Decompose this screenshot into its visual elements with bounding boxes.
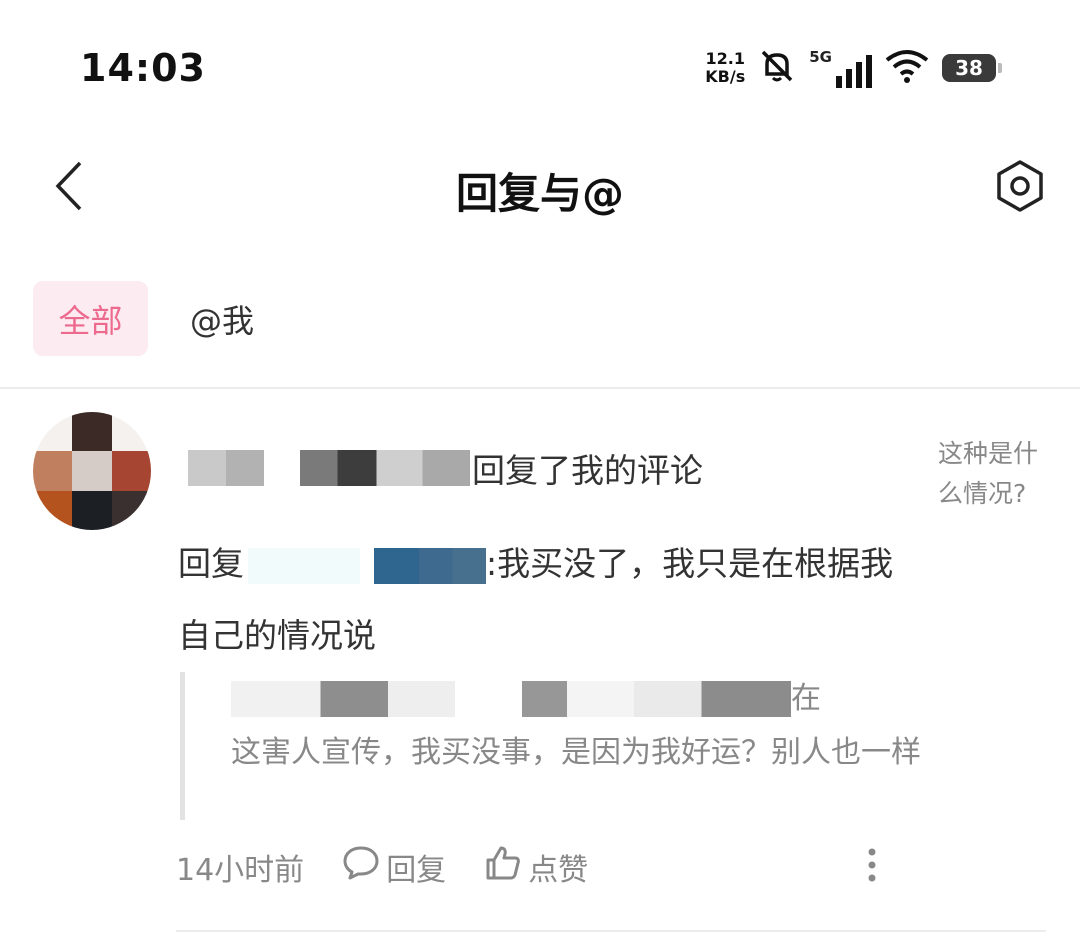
reply-content: 回复:我买没了，我只是在根据我自己的情况说 [178, 528, 898, 672]
status-icons: 12.1 KB/s 5G 38 [705, 44, 1002, 92]
quoted-text: 在 这害人宣传，我买没事，是因为我好运？别人也一样 [231, 672, 921, 780]
battery-level: 38 [955, 56, 983, 80]
status-time: 14:03 [80, 46, 206, 90]
quoted-body: 这害人宣传，我买没事，是因为我好运？别人也一样 [231, 735, 921, 770]
net-speed: 12.1 KB/s [705, 50, 745, 86]
item-divider [176, 930, 1046, 932]
reply-target-redacted[interactable] [248, 547, 360, 584]
quoted-comment[interactable]: 在 这害人宣传，我买没事，是因为我好运？别人也一样 [180, 672, 945, 820]
more-vertical-icon [867, 847, 877, 887]
divider [0, 387, 1080, 389]
settings-button[interactable] [992, 160, 1048, 216]
reply-target-redacted[interactable] [374, 547, 486, 584]
reply-button[interactable]: 回复 [342, 845, 446, 889]
comment-bubble-icon [342, 845, 380, 889]
tab-mentions[interactable]: @我 [190, 296, 254, 342]
wifi-icon [884, 48, 930, 88]
net-speed-value: 12.1 [705, 49, 745, 68]
quoted-first-line: 在 [231, 672, 921, 726]
more-options-button[interactable] [856, 842, 888, 892]
like-button[interactable]: 点赞 [484, 844, 588, 890]
username-redacted[interactable] [300, 450, 470, 486]
page-title: 回复与@ [455, 169, 624, 218]
reply-label: 回复 [386, 853, 447, 888]
notification-header: 回复了我的评论 [188, 444, 703, 492]
quoted-redacted [231, 681, 791, 717]
thumbs-up-icon [484, 844, 522, 890]
like-label: 点赞 [528, 853, 589, 888]
quoted-tail: 在 [791, 681, 821, 716]
filter-tabs: 全部 @我 [33, 281, 254, 356]
signal-icon: 5G [809, 48, 872, 88]
battery-icon: 38 [942, 54, 1002, 82]
notification-action: 回复了我的评论 [472, 451, 703, 490]
username-redacted[interactable] [188, 450, 264, 486]
time-ago: 14小时前 [176, 853, 305, 888]
mute-bell-icon [757, 46, 797, 90]
reply-prefix: 回复 [178, 544, 244, 583]
settings-hex-icon [993, 159, 1047, 217]
side-note: 这种是什么情况? [938, 439, 1039, 508]
net-speed-unit: KB/s [705, 67, 746, 86]
item-meta: 14小时前 回复 点赞 [176, 842, 588, 892]
avatar[interactable] [33, 412, 151, 530]
network-type: 5G [809, 48, 832, 66]
tab-all[interactable]: 全部 [33, 281, 148, 356]
